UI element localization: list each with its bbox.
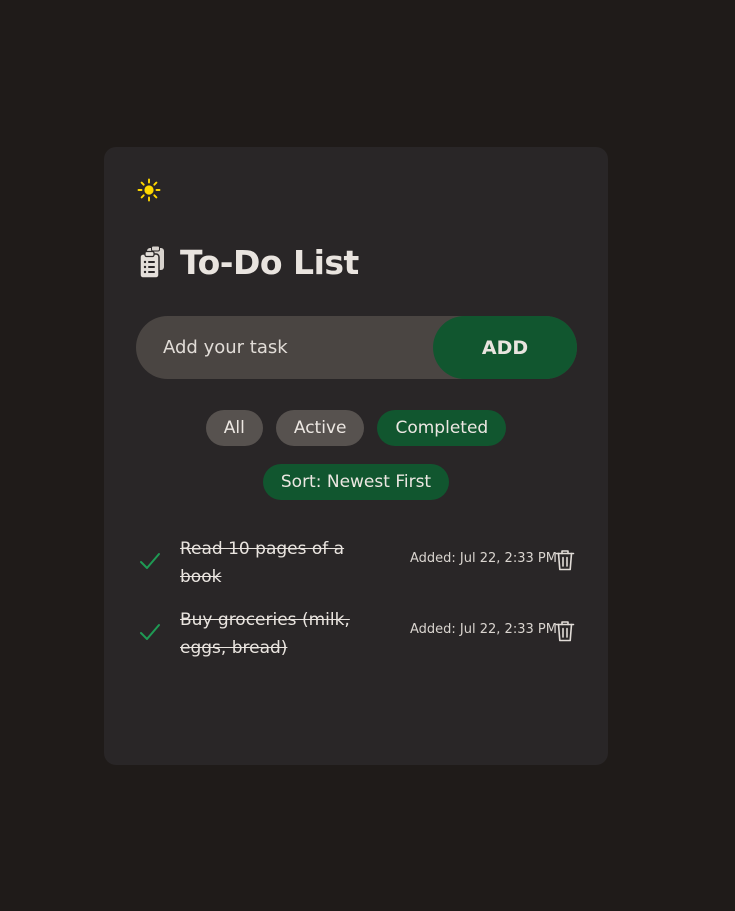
task-text[interactable]: Read 10 pages of a book bbox=[180, 535, 360, 591]
task-item: Buy groceries (milk, eggs, bread) Added:… bbox=[104, 606, 608, 662]
todo-card: To-Do List ADD All Active Completed Sort… bbox=[104, 147, 608, 765]
check-icon[interactable] bbox=[138, 620, 162, 644]
filter-completed-button[interactable]: Completed bbox=[377, 410, 507, 446]
title-row: To-Do List bbox=[138, 243, 359, 282]
task-text[interactable]: Buy groceries (milk, eggs, bread) bbox=[180, 606, 360, 662]
theme-toggle-button[interactable] bbox=[137, 178, 161, 202]
trash-icon[interactable] bbox=[555, 549, 575, 571]
sort-row: Sort: Newest First bbox=[104, 464, 608, 500]
filter-active-button[interactable]: Active bbox=[275, 410, 365, 446]
sort-button[interactable]: Sort: Newest First bbox=[262, 464, 450, 500]
filter-all-button[interactable]: All bbox=[205, 410, 263, 446]
filter-bar: All Active Completed bbox=[104, 410, 608, 446]
task-date: Added: Jul 22, 2:33 PM bbox=[410, 622, 557, 637]
task-date: Added: Jul 22, 2:33 PM bbox=[410, 551, 557, 566]
task-item: Read 10 pages of a book Added: Jul 22, 2… bbox=[104, 535, 608, 591]
sun-icon bbox=[137, 178, 161, 202]
clipboard-icon bbox=[139, 245, 164, 279]
add-button[interactable]: ADD bbox=[433, 316, 577, 379]
page-title: To-Do List bbox=[180, 243, 359, 282]
task-input[interactable] bbox=[136, 316, 432, 379]
trash-icon[interactable] bbox=[555, 620, 575, 642]
add-task-form: ADD bbox=[136, 316, 577, 379]
check-icon[interactable] bbox=[138, 549, 162, 573]
